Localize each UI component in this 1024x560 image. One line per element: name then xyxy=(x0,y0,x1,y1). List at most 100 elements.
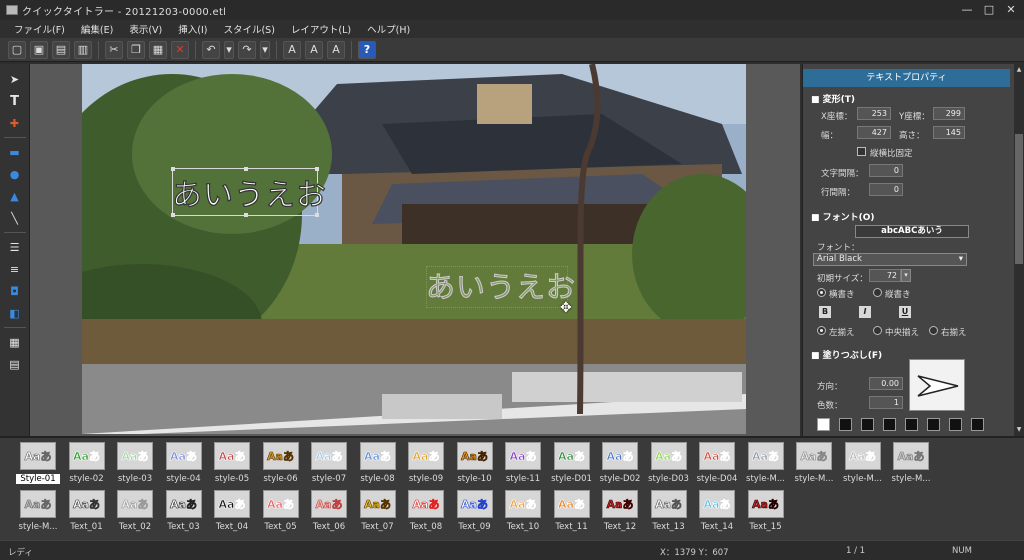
text-effect-icon[interactable]: A xyxy=(283,40,301,59)
style-tile[interactable]: Aaあ style-07 xyxy=(307,442,351,490)
menu-insert[interactable]: 挿入(I) xyxy=(170,22,215,36)
close-button[interactable]: ✕ xyxy=(1000,0,1022,20)
horizontal-radio[interactable] xyxy=(817,288,826,297)
align-icon[interactable]: ☰ xyxy=(4,237,26,257)
distribute-icon[interactable]: ≡ xyxy=(4,259,26,279)
direction-preview[interactable] xyxy=(909,359,965,411)
style-tile[interactable]: Aaあ Text_03 xyxy=(162,490,206,538)
style-tile[interactable]: Aaあ style-M... xyxy=(841,442,885,490)
menu-style[interactable]: スタイル(S) xyxy=(215,22,282,36)
color-swatch[interactable] xyxy=(905,418,918,431)
style-tile[interactable]: Aaあ style-D04 xyxy=(695,442,739,490)
style-tile[interactable]: Aaあ style-11 xyxy=(501,442,545,490)
style-tile[interactable]: Aaあ Text_09 xyxy=(453,490,497,538)
style-tile[interactable]: Aaあ style-D03 xyxy=(647,442,691,490)
menu-layout[interactable]: レイアウト(L) xyxy=(283,22,359,36)
select-icon[interactable]: ➤ xyxy=(4,69,26,89)
rectangle-icon[interactable]: ▬ xyxy=(4,142,26,162)
open-icon[interactable]: ▣ xyxy=(30,40,48,59)
style-tile[interactable]: Aaあ Text_12 xyxy=(598,490,642,538)
color-count-field[interactable]: 1 xyxy=(869,396,903,409)
minimize-button[interactable]: — xyxy=(956,0,978,20)
size-field[interactable]: 72 xyxy=(869,269,901,282)
group-icon[interactable]: ◘ xyxy=(4,281,26,301)
style-tile[interactable]: Aaあ style-D02 xyxy=(598,442,642,490)
style-tile[interactable]: Aaあ Text_15 xyxy=(744,490,788,538)
redo-dropdown-icon[interactable]: ▾ xyxy=(260,40,270,59)
x-field[interactable]: 253 xyxy=(857,107,891,120)
text-icon[interactable]: T xyxy=(4,91,26,111)
redo-icon[interactable]: ↷ xyxy=(238,40,256,59)
menu-file[interactable]: ファイル(F) xyxy=(6,22,73,36)
undo-icon[interactable]: ↶ xyxy=(202,40,220,59)
height-field[interactable]: 145 xyxy=(933,126,965,139)
style-tile[interactable]: Aaあ Text_10 xyxy=(501,490,545,538)
new-icon[interactable]: ▢ xyxy=(8,40,26,59)
menu-view[interactable]: 表示(V) xyxy=(121,22,170,36)
font-section-title[interactable]: ■ フォント(O) xyxy=(811,210,875,223)
style-tile[interactable]: Aaあ style-M... xyxy=(744,442,788,490)
style-tile[interactable]: Aaあ style-09 xyxy=(404,442,448,490)
color-swatch[interactable] xyxy=(927,418,940,431)
bold-button[interactable]: B xyxy=(819,306,831,318)
text-adjust-icon[interactable]: A xyxy=(327,40,345,59)
scroll-up-icon[interactable]: ▲ xyxy=(1015,66,1023,74)
table-icon[interactable]: ▤ xyxy=(4,354,26,374)
scroll-down-icon[interactable]: ▼ xyxy=(1015,426,1023,434)
line-icon[interactable]: ╲ xyxy=(4,208,26,228)
style-tile[interactable]: Aaあ Text_11 xyxy=(550,490,594,538)
grid-icon[interactable]: ▦ xyxy=(4,332,26,352)
width-field[interactable]: 427 xyxy=(857,126,891,139)
copy-icon[interactable]: ❐ xyxy=(127,40,145,59)
style-tile[interactable]: Aaあ style-04 xyxy=(162,442,206,490)
help-icon[interactable]: ? xyxy=(358,40,376,59)
maximize-button[interactable]: □ xyxy=(978,0,1000,20)
save-all-icon[interactable]: ▥ xyxy=(74,40,92,59)
fill-section-title[interactable]: ■ 塗りつぶし(F) xyxy=(811,348,882,361)
color-swatch[interactable] xyxy=(817,418,830,431)
style-tile[interactable]: Aaあ style-M... xyxy=(16,490,60,538)
style-tile[interactable]: Aaあ style-05 xyxy=(210,442,254,490)
color-swatch[interactable] xyxy=(839,418,852,431)
style-tile[interactable]: Aaあ Style-01 xyxy=(16,442,60,490)
style-tile[interactable]: Aaあ Text_13 xyxy=(647,490,691,538)
size-dropdown-icon[interactable]: ▾ xyxy=(901,269,911,282)
layer-icon[interactable]: ◧ xyxy=(4,303,26,323)
canvas-text-ghost[interactable]: あいうえお xyxy=(425,264,576,306)
menu-help[interactable]: ヘルプ(H) xyxy=(359,22,418,36)
text-style-icon[interactable]: A xyxy=(305,40,323,59)
transform-section-title[interactable]: ■ 変形(T) xyxy=(811,92,855,105)
canvas-text-object[interactable]: あいうえお xyxy=(171,170,327,214)
triangle-icon[interactable]: ▲ xyxy=(4,186,26,206)
style-tile[interactable]: Aaあ style-M... xyxy=(792,442,836,490)
line-spacing-field[interactable]: 0 xyxy=(869,183,903,196)
move-icon[interactable]: ✚ xyxy=(4,113,26,133)
style-tile[interactable]: Aaあ style-02 xyxy=(65,442,109,490)
style-tile[interactable]: Aaあ Text_06 xyxy=(307,490,351,538)
delete-icon[interactable]: ✕ xyxy=(171,40,189,59)
font-select[interactable]: Arial Black ▾ xyxy=(813,253,967,266)
color-swatch[interactable] xyxy=(861,418,874,431)
aspect-lock-checkbox[interactable] xyxy=(857,147,866,156)
style-tile[interactable]: Aaあ style-03 xyxy=(113,442,157,490)
style-tile[interactable]: Aaあ Text_01 xyxy=(65,490,109,538)
cut-icon[interactable]: ✂ xyxy=(105,40,123,59)
undo-dropdown-icon[interactable]: ▾ xyxy=(224,40,234,59)
style-tile[interactable]: Aaあ Text_14 xyxy=(695,490,739,538)
vertical-radio[interactable] xyxy=(873,288,882,297)
style-tile[interactable]: Aaあ style-10 xyxy=(453,442,497,490)
style-tile[interactable]: Aaあ Text_08 xyxy=(404,490,448,538)
align-right-radio[interactable] xyxy=(929,326,938,335)
y-field[interactable]: 299 xyxy=(933,107,965,120)
paste-icon[interactable]: ▦ xyxy=(149,40,167,59)
char-spacing-field[interactable]: 0 xyxy=(869,164,903,177)
color-swatch[interactable] xyxy=(949,418,962,431)
underline-button[interactable]: U xyxy=(899,306,911,318)
style-tile[interactable]: Aaあ style-D01 xyxy=(550,442,594,490)
direction-field[interactable]: 0.00 xyxy=(869,377,903,390)
save-icon[interactable]: ▤ xyxy=(52,40,70,59)
color-swatch[interactable] xyxy=(971,418,984,431)
style-tile[interactable]: Aaあ Text_02 xyxy=(113,490,157,538)
ellipse-icon[interactable]: ● xyxy=(4,164,26,184)
style-tile[interactable]: Aaあ style-08 xyxy=(356,442,400,490)
